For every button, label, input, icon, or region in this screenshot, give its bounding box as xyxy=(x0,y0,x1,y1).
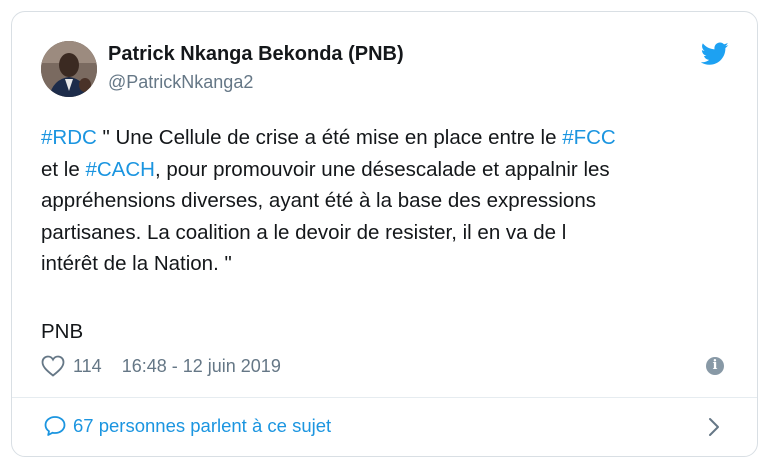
hashtag-link[interactable]: #RDC xyxy=(41,126,97,149)
tweet-line: partisanes. La coalition a le devoir de … xyxy=(41,220,567,244)
avatar[interactable] xyxy=(41,41,97,97)
chevron-right-icon[interactable] xyxy=(707,416,721,438)
tweet-text: #RDC " Une Cellule de crise a été mise e… xyxy=(41,122,721,280)
tweet-line: appréhensions diverses, ayant été à la b… xyxy=(41,189,596,212)
heart-icon[interactable] xyxy=(41,355,65,377)
hashtag-link[interactable]: #CACH xyxy=(85,158,155,181)
twitter-bird-icon[interactable] xyxy=(701,42,729,66)
tweet-text-segment: et le xyxy=(41,157,86,181)
tweet-meta: 114 16:48 - 12 juin 2019 xyxy=(41,354,281,378)
tweet-timestamp[interactable]: 16:48 - 12 juin 2019 xyxy=(122,356,281,377)
speech-bubble-icon xyxy=(44,416,66,436)
author-name[interactable]: Patrick Nkanga Bekonda (PNB) xyxy=(108,43,404,66)
tweet-line: intérêt de la Nation. " xyxy=(41,252,232,275)
author-handle[interactable]: @PatrickNkanga2 xyxy=(108,72,253,93)
hashtag-link[interactable]: #FCC xyxy=(562,126,616,149)
conversation-link[interactable]: 67 personnes parlent à ce sujet xyxy=(12,398,757,456)
tweet-signature: PNB xyxy=(41,320,84,343)
tweet-text-segment: " Une Cellule de crise a été mise en pla… xyxy=(96,126,563,149)
conversation-label: 67 personnes parlent à ce sujet xyxy=(73,415,332,436)
tweet-line: et le #CACH, pour promouvoir une désesca… xyxy=(41,154,721,186)
tweet-text-segment: , pour promouvoir une désescalade et app… xyxy=(154,157,610,181)
info-icon[interactable]: i xyxy=(706,357,724,375)
like-count[interactable]: 114 xyxy=(73,356,102,377)
tweet-card[interactable]: Patrick Nkanga Bekonda (PNB) @PatrickNka… xyxy=(11,11,758,457)
tweet-line: #RDC " Une Cellule de crise a été mise e… xyxy=(41,122,721,154)
avatar-photo xyxy=(41,41,97,97)
